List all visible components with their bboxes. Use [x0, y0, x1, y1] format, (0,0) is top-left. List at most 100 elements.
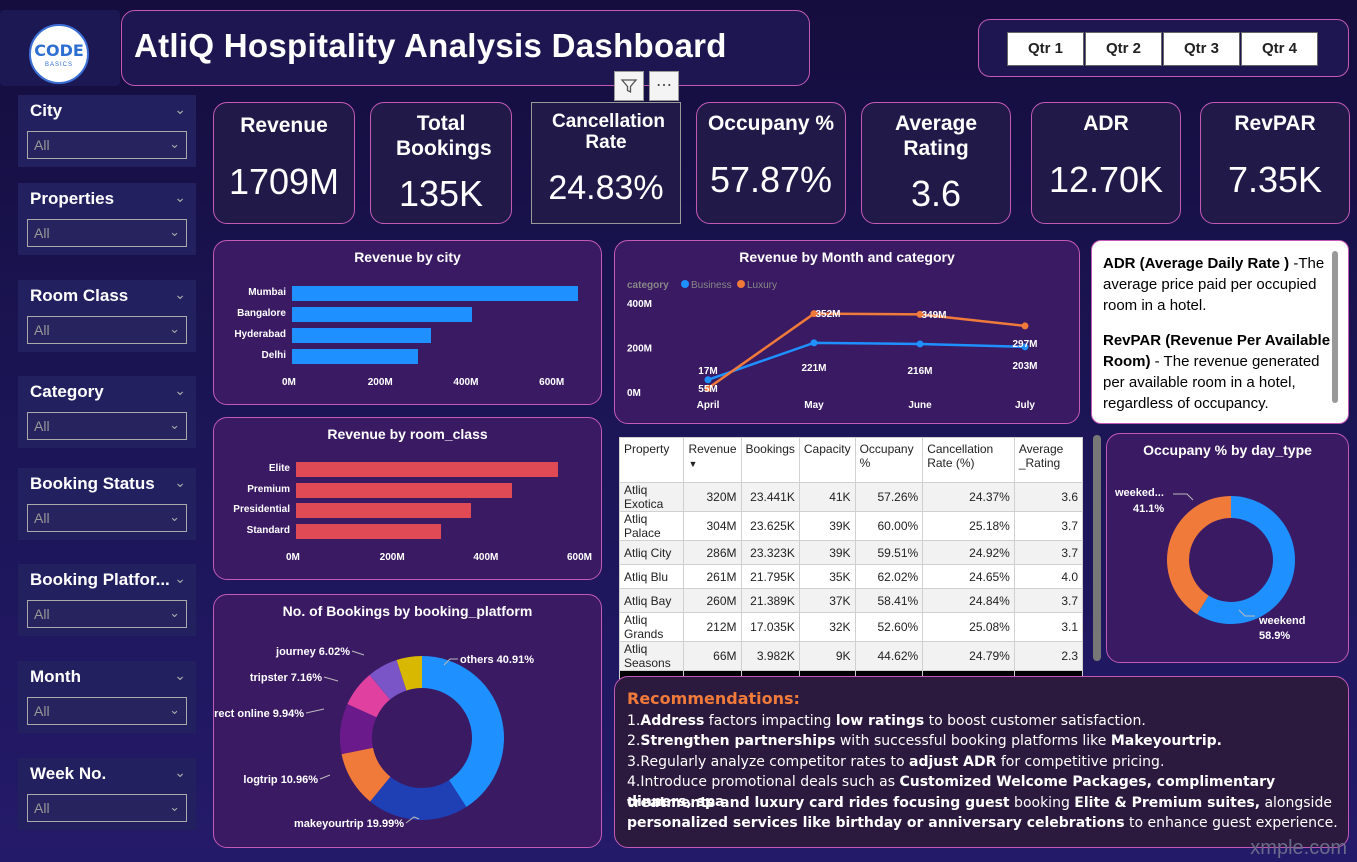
bar-hyderabad[interactable]: [292, 328, 432, 343]
table-cell: 3.7: [1013, 511, 1084, 541]
table-scrollbar-thumb[interactable]: [1093, 435, 1101, 661]
slicer-dropdown[interactable]: All ⌄: [27, 697, 187, 725]
info-scrollbar[interactable]: [1332, 251, 1338, 403]
slicer-label: Category: [30, 382, 104, 401]
y-tick-label: 200M: [627, 344, 652, 355]
column-header[interactable]: Bookings: [740, 437, 800, 483]
qtr-1-button[interactable]: Qtr 1: [1007, 32, 1084, 66]
table-cell: 17.035K: [740, 612, 800, 642]
filter-icon[interactable]: [614, 71, 644, 101]
occupancy-by-day-type-chart[interactable]: Occupany % by day_type weekend 58.9% weeke…: [1106, 433, 1349, 663]
table-row[interactable]: Atliq Blu 261M 21.795K 35K 62.02% 24.65% 4.0: [618, 564, 1084, 589]
chart-title: Revenue by room_class: [327, 426, 488, 442]
x-tick-label: 600M: [539, 377, 565, 388]
kpi-occupancy: Occupany % 57.87%: [696, 102, 846, 224]
table-cell: 39K: [798, 511, 856, 541]
leader-line: [305, 708, 325, 714]
chevron-down-icon[interactable]: ⌄: [174, 286, 186, 303]
slicer-dropdown[interactable]: All ⌄: [27, 504, 187, 532]
slice-label: weeked...: [1114, 487, 1164, 499]
slicer-dropdown[interactable]: All ⌄: [27, 316, 187, 344]
kpi-label: ADR: [1083, 112, 1129, 135]
table-row[interactable]: Atliq Palace 304M 23.625K 39K 60.00% 25.18% 3.…: [618, 511, 1084, 541]
platform-donut-svg: others 40.91% makeyourtrip 19.99% logtrip …: [214, 646, 534, 830]
slice-pct: 41.1%: [1133, 503, 1164, 515]
bar-premium[interactable]: [296, 482, 513, 498]
revenue-by-month-category-chart[interactable]: Revenue by Month and category category Bu…: [614, 240, 1080, 424]
table-cell: 260M: [683, 588, 742, 613]
page-title: AtliQ Hospitality Analysis Dashboard: [134, 27, 727, 64]
recommendation-segment: Elite & Premium suites,: [1074, 795, 1261, 811]
slicer-dropdown[interactable]: All ⌄: [27, 600, 187, 628]
table-row[interactable]: Atliq Seasons 66M 3.982K 9K 44.62% 24.79% 2.3: [618, 641, 1084, 671]
kpi-cancellation-rate[interactable]: Cancellation Rate 24.83%: [531, 102, 681, 224]
bar-standard[interactable]: [296, 523, 441, 539]
bar-presidential[interactable]: [296, 503, 472, 518]
slicer-dropdown[interactable]: All ⌄: [27, 794, 187, 822]
qtr-2-button[interactable]: Qtr 2: [1085, 32, 1162, 66]
recommendation-segment: with successful booking platforms like: [835, 733, 1111, 749]
chevron-down-icon[interactable]: ⌄: [174, 382, 186, 399]
kpi-label: Average Rating: [894, 112, 978, 160]
revenue-by-city-chart[interactable]: Revenue by city Mumbai Bangalore Hyderabad…: [213, 240, 602, 405]
table-cell: 24.37%: [922, 482, 1015, 512]
kpi-total-bookings: Total Bookings 135K: [370, 102, 512, 224]
table-scrollbar-track[interactable]: [1093, 435, 1101, 661]
table-cell: 3.1: [1013, 612, 1084, 642]
slicer-dropdown[interactable]: All ⌄: [27, 131, 187, 159]
slicer-value: All: [34, 418, 50, 434]
bar-delhi[interactable]: [292, 349, 419, 364]
table-row[interactable]: Atliq City 286M 23.323K 39K 59.51% 24.92% 3.7: [618, 540, 1084, 565]
slice-label: others 40.91%: [460, 654, 534, 666]
bar-bangalore[interactable]: [292, 307, 472, 322]
table-cell: 3.6: [1013, 482, 1084, 512]
chevron-down-icon[interactable]: ⌄: [174, 667, 186, 684]
chevron-down-icon[interactable]: ⌄: [174, 764, 186, 781]
chevron-down-icon[interactable]: ⌄: [174, 474, 186, 491]
bookings-by-platform-chart[interactable]: No. of Bookings by booking_platform othe…: [213, 594, 602, 848]
more-options-icon[interactable]: ⋯: [649, 71, 679, 101]
kpi-revenue: Revenue 1709M: [213, 102, 355, 224]
bar-elite[interactable]: [296, 462, 559, 477]
table-row[interactable]: Atliq Exotica 320M 23.441K 41K 57.26% 24.37% 3…: [618, 482, 1084, 512]
column-header[interactable]: Occupany %: [854, 437, 924, 483]
leader-line: [1173, 493, 1194, 501]
sort-desc-icon[interactable]: ▼: [688, 459, 697, 469]
table-cell: 66M: [683, 641, 742, 671]
slice-label: weekend: [1258, 615, 1305, 627]
table-row[interactable]: Atliq Bay 260M 21.389K 37K 58.41% 24.84% 3.7: [618, 588, 1084, 613]
qtr-3-button[interactable]: Qtr 3: [1163, 32, 1240, 66]
slicer-value: All: [34, 606, 50, 622]
slicer-label: Room Class: [30, 286, 129, 305]
x-tick-label: June: [908, 400, 932, 411]
qtr-4-button[interactable]: Qtr 4: [1241, 32, 1318, 66]
chart-title: Revenue by city: [354, 249, 461, 265]
slicer-3: Category ⌄ All ⌄: [18, 376, 196, 448]
column-header[interactable]: Capacity: [798, 437, 856, 483]
slice-weekeday[interactable]: [1167, 496, 1231, 615]
table-cell: 41K: [798, 482, 856, 512]
column-header[interactable]: Revenue ▼: [683, 437, 742, 483]
table-cell: 25.18%: [922, 511, 1015, 541]
bar-mumbai[interactable]: [292, 286, 579, 301]
slice-label: direct online 9.94%: [214, 708, 304, 720]
chevron-down-icon[interactable]: ⌄: [174, 189, 186, 206]
table-row[interactable]: Atliq Grands 212M 17.035K 32K 52.60% 25.08% 3.…: [618, 612, 1084, 642]
recommendation-segment: low ratings: [835, 713, 925, 729]
recommendation-segment: treatments and luxury card rides focusin…: [627, 795, 1010, 811]
revenue-by-room-class-chart[interactable]: Revenue by room_class Elite Premium Presid…: [213, 417, 602, 580]
title-banner: AtliQ Hospitality Analysis Dashboard: [121, 10, 810, 86]
slice-label: tripster 7.16%: [250, 672, 322, 684]
logo-tile: CODE BASICS: [0, 10, 120, 86]
column-header[interactable]: Average _Rating: [1013, 437, 1084, 483]
slice-others[interactable]: [422, 656, 504, 807]
slicer-dropdown[interactable]: All ⌄: [27, 412, 187, 440]
column-header[interactable]: Property: [618, 437, 685, 483]
table-cell: 24.65%: [922, 564, 1015, 589]
slicer-dropdown[interactable]: All ⌄: [27, 219, 187, 247]
chevron-down-icon[interactable]: ⌄: [174, 101, 186, 118]
chevron-down-icon[interactable]: ⌄: [174, 570, 186, 587]
point-business: [704, 376, 712, 384]
column-header[interactable]: Cancellation Rate (%): [922, 437, 1015, 483]
recommendation-segment: 2.: [627, 733, 641, 749]
